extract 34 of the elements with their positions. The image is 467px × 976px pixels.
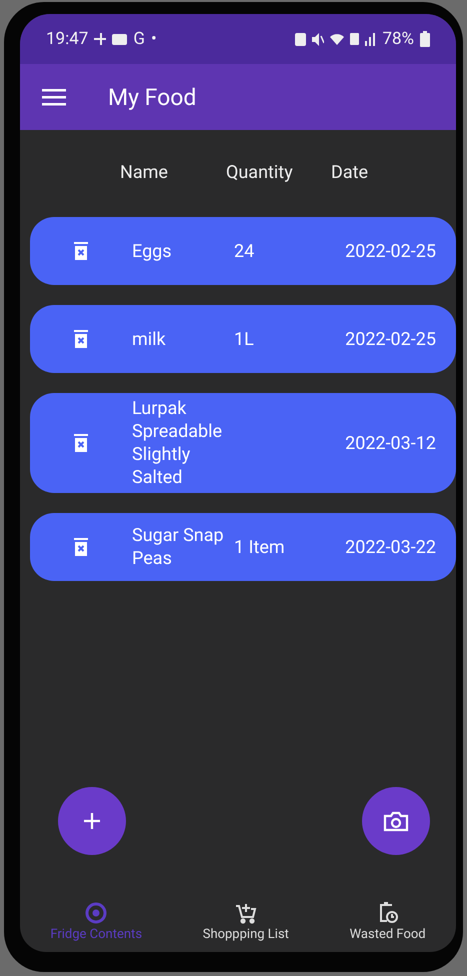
food-row[interactable]: Eggs 24 2022-02-25 xyxy=(30,217,456,285)
wifi-icon xyxy=(330,34,344,44)
food-name: Eggs xyxy=(132,240,173,262)
food-row[interactable]: milk 1L 2022-02-25 xyxy=(30,305,456,373)
food-name: Lurpak Spreadable Slightly Salted xyxy=(132,397,224,489)
status-dot: • xyxy=(150,29,157,49)
nav-tab[interactable]: Wasted Food xyxy=(350,901,426,942)
food-date: 2022-03-12 xyxy=(345,432,436,454)
app-title: My Food xyxy=(108,84,196,110)
column-header: Quantity xyxy=(226,162,294,183)
plus-icon xyxy=(83,812,101,830)
target-icon xyxy=(84,901,108,925)
food-quantity: 1 Item xyxy=(234,536,286,558)
network-type: G xyxy=(133,29,145,49)
food-quantity: 1L xyxy=(234,328,255,350)
column-header: Name xyxy=(120,162,169,183)
mute-icon xyxy=(312,32,324,46)
food-date: 2022-03-22 xyxy=(345,536,436,558)
food-date: 2022-02-25 xyxy=(345,328,436,350)
cross-icon xyxy=(94,33,106,45)
food-date: 2022-02-25 xyxy=(345,240,436,262)
menu-icon[interactable] xyxy=(42,88,66,106)
nav-tab[interactable]: Shoppping List xyxy=(202,901,289,942)
column-header: Date xyxy=(331,162,368,183)
food-quantity: 24 xyxy=(234,240,256,262)
food-name: Sugar Snap Peas xyxy=(132,524,225,570)
battery-icon xyxy=(420,31,430,47)
cart-add-icon xyxy=(234,901,258,925)
signal-icon xyxy=(365,32,376,46)
food-row[interactable]: Lurpak Spreadable Slightly Salted 2022-03-12 xyxy=(30,393,456,493)
battery-percentage: 78% xyxy=(382,29,414,49)
camera-icon xyxy=(383,809,409,833)
food-name: milk xyxy=(132,328,167,350)
status-time: 19:47 xyxy=(46,29,88,49)
